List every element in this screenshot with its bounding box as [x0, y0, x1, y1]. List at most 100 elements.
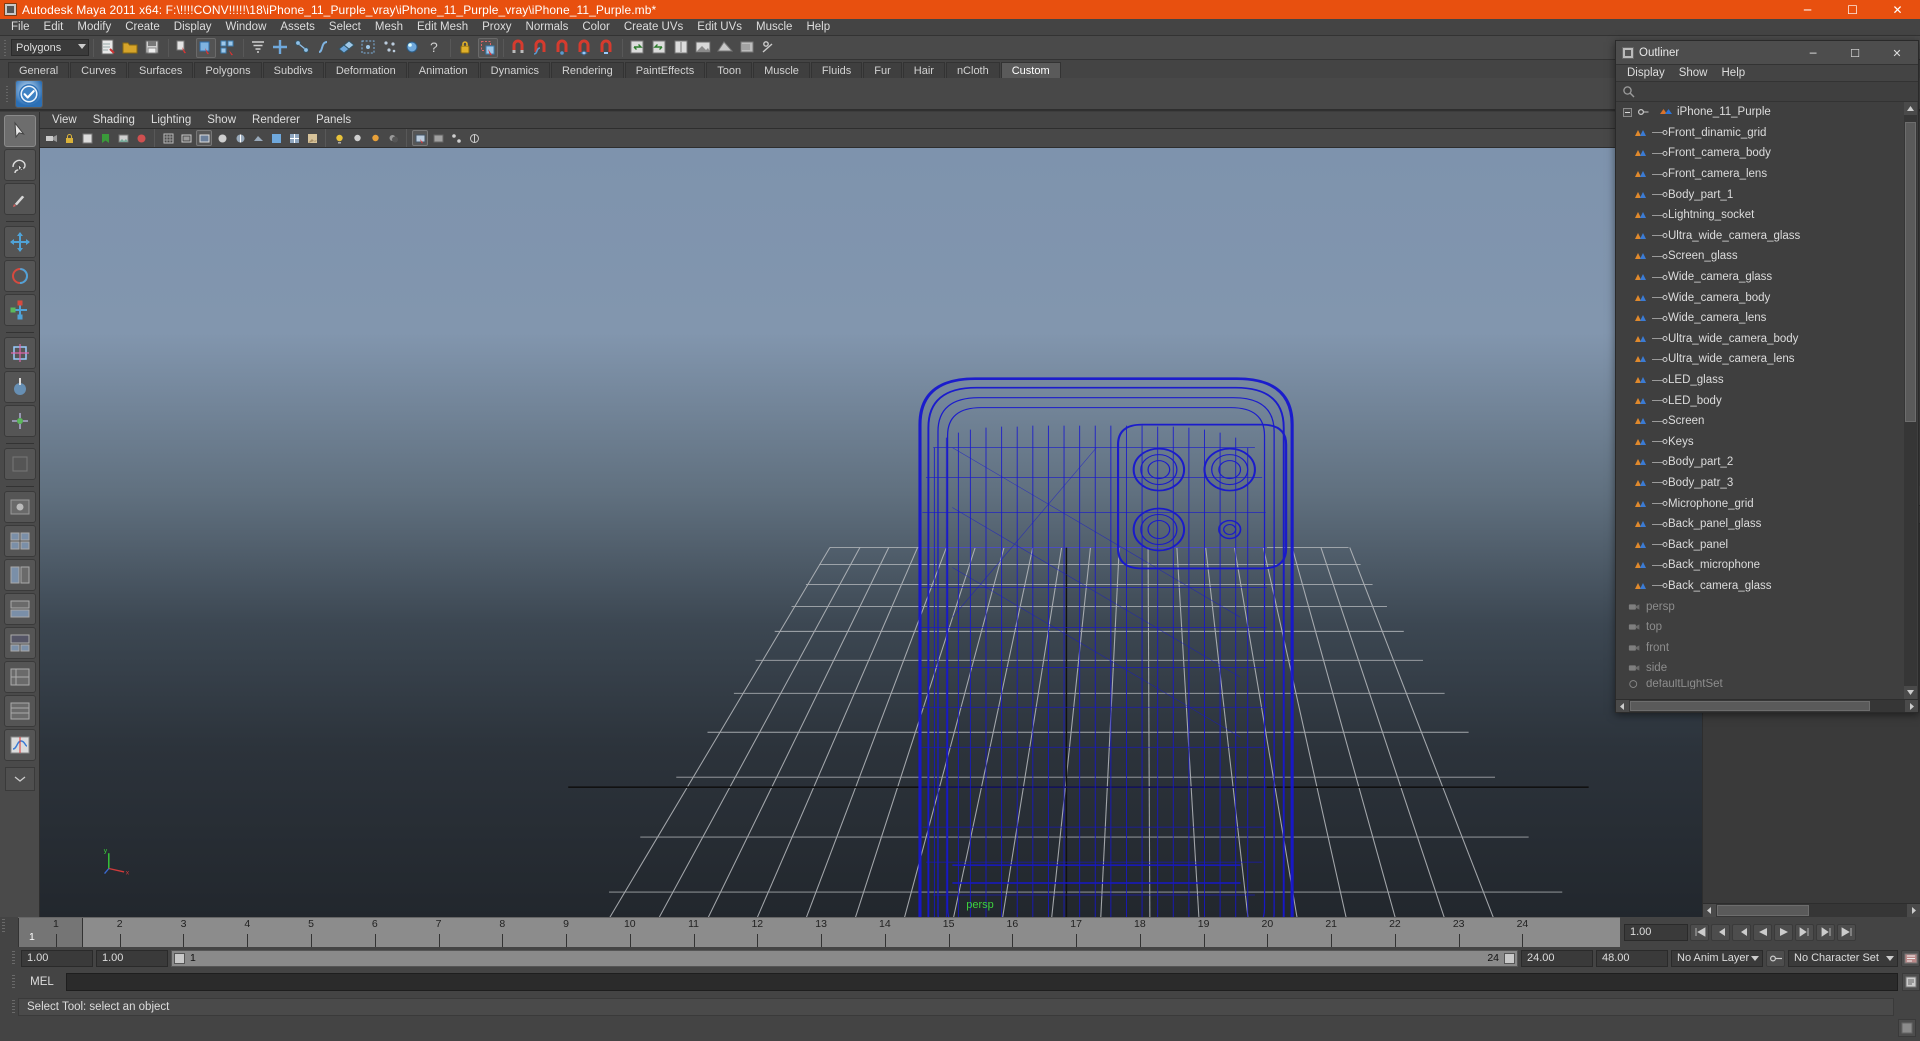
select-joints-icon[interactable]: [293, 38, 313, 58]
snap-to-grid-icon[interactable]: [509, 38, 529, 58]
save-scene-icon[interactable]: [143, 38, 163, 58]
shelf-tab-subdivs[interactable]: Subdivs: [263, 62, 324, 78]
expand-collapse-icon[interactable]: [1622, 107, 1633, 118]
script-editor-button[interactable]: [1902, 973, 1920, 991]
ipr-render-icon[interactable]: [738, 38, 758, 58]
bookmark-icon[interactable]: [97, 130, 113, 146]
xray-joints-icon[interactable]: [448, 130, 464, 146]
time-slider[interactable]: 1 1 2 3 4 5 6 7 8 9 10 11 12 13 14: [18, 917, 1620, 947]
menu-edit[interactable]: Edit: [37, 19, 71, 36]
range-end-field[interactable]: 48.00: [1596, 950, 1668, 967]
shelf-grip[interactable]: [4, 83, 11, 105]
layout-four-view-button[interactable]: [4, 525, 36, 557]
outliner-camera-row[interactable]: persp: [1616, 596, 1918, 617]
time-slider-grip[interactable]: [0, 917, 8, 935]
last-tool-used-button[interactable]: [4, 448, 36, 480]
outliner-search-input[interactable]: [1639, 84, 1912, 99]
shadows-icon[interactable]: [385, 130, 401, 146]
menu-window[interactable]: Window: [218, 19, 273, 36]
select-handles-icon[interactable]: [271, 38, 291, 58]
help-line-grip[interactable]: [10, 998, 18, 1016]
shelf-tab-toon[interactable]: Toon: [706, 62, 752, 78]
move-tool-button[interactable]: [4, 226, 36, 258]
current-time-field[interactable]: 1.00: [1624, 924, 1688, 941]
open-tool-settings-icon[interactable]: [650, 38, 670, 58]
menu-color[interactable]: Color: [575, 19, 616, 36]
soft-modification-tool-button[interactable]: [4, 371, 36, 403]
image-plane-icon[interactable]: [115, 130, 131, 146]
outliner-item-row[interactable]: Wide_camera_lens: [1616, 308, 1918, 329]
outliner-tree[interactable]: iPhone_11_Purple Front_dinamic_grid Fron…: [1616, 102, 1918, 699]
open-attribute-editor-icon[interactable]: [628, 38, 648, 58]
snap-to-live-icon[interactable]: [597, 38, 617, 58]
wireframe-on-shaded-icon[interactable]: [286, 130, 302, 146]
menu-assets[interactable]: Assets: [273, 19, 322, 36]
select-deformations-icon[interactable]: [359, 38, 379, 58]
select-by-hierarchy-icon[interactable]: [174, 38, 194, 58]
menu-create[interactable]: Create: [118, 19, 167, 36]
outliner-item-row[interactable]: Body_part_1: [1616, 184, 1918, 205]
layout-persp-graph-button[interactable]: [4, 593, 36, 625]
close-button[interactable]: ✕: [1875, 0, 1920, 19]
outliner-item-row[interactable]: Microphone_grid: [1616, 493, 1918, 514]
shelf-tab-curves[interactable]: Curves: [70, 62, 127, 78]
twopanel-icon[interactable]: [133, 130, 149, 146]
shelf-tab-rendering[interactable]: Rendering: [551, 62, 624, 78]
vray-render-icon[interactable]: [15, 80, 43, 108]
open-channel-box-icon[interactable]: [672, 38, 692, 58]
universal-manipulator-button[interactable]: [4, 337, 36, 369]
play-forwards-button[interactable]: [1774, 924, 1793, 941]
outliner-item-row[interactable]: Lightning_socket: [1616, 205, 1918, 226]
smooth-shade-selected-icon[interactable]: [232, 130, 248, 146]
outliner-item-row[interactable]: Back_microphone: [1616, 555, 1918, 576]
wireframe-shading-icon[interactable]: [196, 130, 212, 146]
maximize-button[interactable]: ☐: [1830, 0, 1875, 19]
rotate-tool-button[interactable]: [4, 260, 36, 292]
character-set-dropdown[interactable]: No Character Set: [1788, 950, 1898, 967]
snap-to-curve-icon[interactable]: [531, 38, 551, 58]
mel-command-input[interactable]: [66, 973, 1898, 991]
select-curves-icon[interactable]: [315, 38, 335, 58]
isolate-select-icon[interactable]: [412, 130, 428, 146]
outliner-item-row[interactable]: LED_body: [1616, 390, 1918, 411]
auto-key-button[interactable]: [1766, 950, 1785, 967]
outliner-item-row[interactable]: Ultra_wide_camera_body: [1616, 329, 1918, 350]
render-settings-icon[interactable]: [760, 38, 780, 58]
viewport-menu-panels[interactable]: Panels: [308, 112, 359, 129]
outliner-item-row[interactable]: Body_patr_3: [1616, 473, 1918, 494]
camera-attributes-icon[interactable]: [79, 130, 95, 146]
snap-to-view-plane-icon[interactable]: [575, 38, 595, 58]
scroll-left-arrow-icon[interactable]: [1616, 700, 1629, 712]
new-scene-icon[interactable]: [99, 38, 119, 58]
show-manipulator-tool-button[interactable]: [4, 405, 36, 437]
layout-persp-relationship-button[interactable]: [4, 661, 36, 693]
outliner-item-row[interactable]: Front_dinamic_grid: [1616, 123, 1918, 144]
shelf-tab-muscle[interactable]: Muscle: [753, 62, 810, 78]
animation-preferences-button[interactable]: [1901, 950, 1920, 967]
outliner-item-row[interactable]: Back_panel: [1616, 534, 1918, 555]
open-scene-icon[interactable]: [121, 38, 141, 58]
menu-edit-uvs[interactable]: Edit UVs: [690, 19, 749, 36]
outliner-menu-help[interactable]: Help: [1715, 65, 1753, 82]
range-start-field[interactable]: 1.00: [21, 950, 93, 967]
scroll-left-arrow-icon[interactable]: [1703, 904, 1716, 917]
select-camera-icon[interactable]: [43, 130, 59, 146]
range-slider-grip[interactable]: [10, 949, 18, 967]
layout-hypershade-persp-button[interactable]: [4, 627, 36, 659]
menu-modify[interactable]: Modify: [70, 19, 118, 36]
use-selected-lights-icon[interactable]: [367, 130, 383, 146]
outliner-root-row[interactable]: iPhone_11_Purple: [1616, 102, 1918, 123]
outliner-item-row[interactable]: Screen_glass: [1616, 246, 1918, 267]
menu-edit-mesh[interactable]: Edit Mesh: [410, 19, 475, 36]
shelf-tab-animation[interactable]: Animation: [408, 62, 479, 78]
select-misc-icon[interactable]: ?: [425, 38, 445, 58]
go-to-start-button[interactable]: [1690, 924, 1709, 941]
layer-horizontal-scrollbar[interactable]: [1703, 903, 1920, 917]
scrollbar-thumb-vertical[interactable]: [1905, 122, 1916, 422]
outliner-set-row[interactable]: defaultLightSet: [1616, 679, 1918, 689]
scrollbar-thumb[interactable]: [1717, 905, 1809, 916]
outliner-item-row[interactable]: LED_glass: [1616, 370, 1918, 391]
quick-layout-dropdown[interactable]: [5, 767, 35, 791]
smooth-shade-all-icon[interactable]: [214, 130, 230, 146]
step-forward-frame-button[interactable]: [1795, 924, 1814, 941]
